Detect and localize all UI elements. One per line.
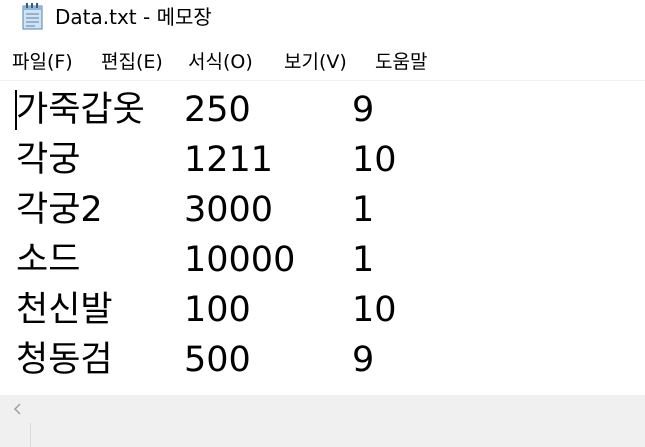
item-name: 소드 <box>16 240 81 280</box>
menu-view[interactable]: 보기(V) <box>284 50 347 74</box>
item-qty: 10 <box>352 290 397 330</box>
item-price: 1211 <box>184 140 274 180</box>
item-name: 천신발 <box>16 290 113 330</box>
chevron-left-icon[interactable] <box>8 399 28 419</box>
notepad-window: Data.txt - 메모장 파일(F) 편집(E) 서식(O) 보기(V) 도… <box>0 0 645 447</box>
notepad-icon <box>22 3 43 30</box>
item-name: 청동검 <box>16 340 113 380</box>
menu-edit[interactable]: 편집(E) <box>101 50 163 74</box>
text-editor[interactable]: 가죽갑옷 250 9 각궁 1211 10 각궁2 3000 1 소드 1000… <box>0 81 645 395</box>
bottom-strip <box>0 423 645 447</box>
window-title: Data.txt - 메모장 <box>55 5 212 29</box>
item-price: 500 <box>184 340 251 380</box>
item-name: 각궁 <box>16 140 81 180</box>
text-line: 소드 10000 1 <box>0 235 645 285</box>
text-line: 가죽갑옷 250 9 <box>0 85 645 135</box>
text-line: 각궁 1211 10 <box>0 135 645 185</box>
item-qty: 10 <box>352 140 397 180</box>
menu-bar: 파일(F) 편집(E) 서식(O) 보기(V) 도움말 <box>0 44 645 81</box>
item-name: 각궁2 <box>16 190 103 230</box>
item-qty: 1 <box>352 240 375 280</box>
item-qty: 1 <box>352 190 375 230</box>
item-name: 가죽갑옷 <box>16 90 145 130</box>
divider <box>30 423 31 447</box>
text-line: 청동검 500 9 <box>0 335 645 385</box>
menu-help[interactable]: 도움말 <box>375 50 427 74</box>
horizontal-scrollbar[interactable] <box>0 395 645 423</box>
item-qty: 9 <box>352 340 375 380</box>
text-line: 천신발 100 10 <box>0 285 645 335</box>
item-price: 3000 <box>184 190 274 230</box>
item-qty: 9 <box>352 90 375 130</box>
item-price: 250 <box>184 90 251 130</box>
menu-format[interactable]: 서식(O) <box>188 50 253 74</box>
text-line: 각궁2 3000 1 <box>0 185 645 235</box>
item-price: 100 <box>184 290 251 330</box>
title-bar[interactable]: Data.txt - 메모장 <box>0 0 645 36</box>
item-price: 10000 <box>184 240 296 280</box>
menu-file[interactable]: 파일(F) <box>12 50 73 74</box>
